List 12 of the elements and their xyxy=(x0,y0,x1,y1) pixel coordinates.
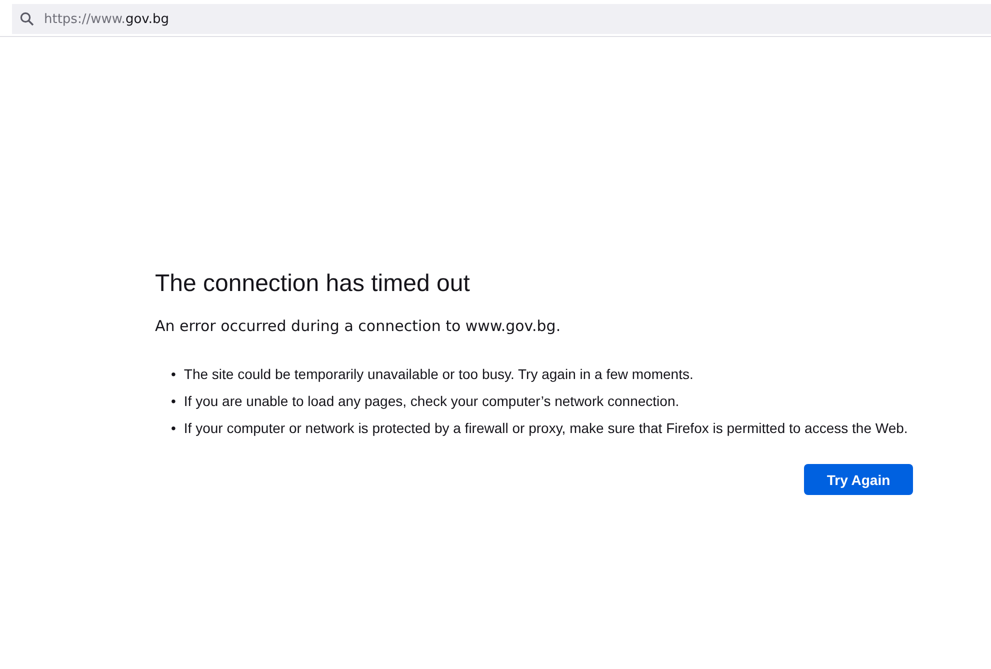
bullet: • xyxy=(171,365,176,384)
tip-text: If you are unable to load any pages, check your computer’s network connection. xyxy=(184,392,680,411)
url-text: https://www.gov.bg xyxy=(44,12,169,26)
error-title: The connection has timed out xyxy=(155,269,471,299)
error-description: An error occurred during a connection to www.gov.bg. xyxy=(155,316,562,337)
try-again-button[interactable]: Try Again xyxy=(804,464,913,495)
tip-text: The site could be temporarily unavailable or too busy. Try again in a few moments. xyxy=(184,365,694,384)
tip-text: If your computer or network is protected by a firewall or proxy, make sure that Firefox is permitted to access the Web. xyxy=(184,419,908,438)
search-icon xyxy=(20,12,34,26)
address-bar[interactable]: https://www.gov.bg xyxy=(12,4,991,34)
bullet: • xyxy=(171,419,176,438)
bullet: • xyxy=(171,392,176,411)
